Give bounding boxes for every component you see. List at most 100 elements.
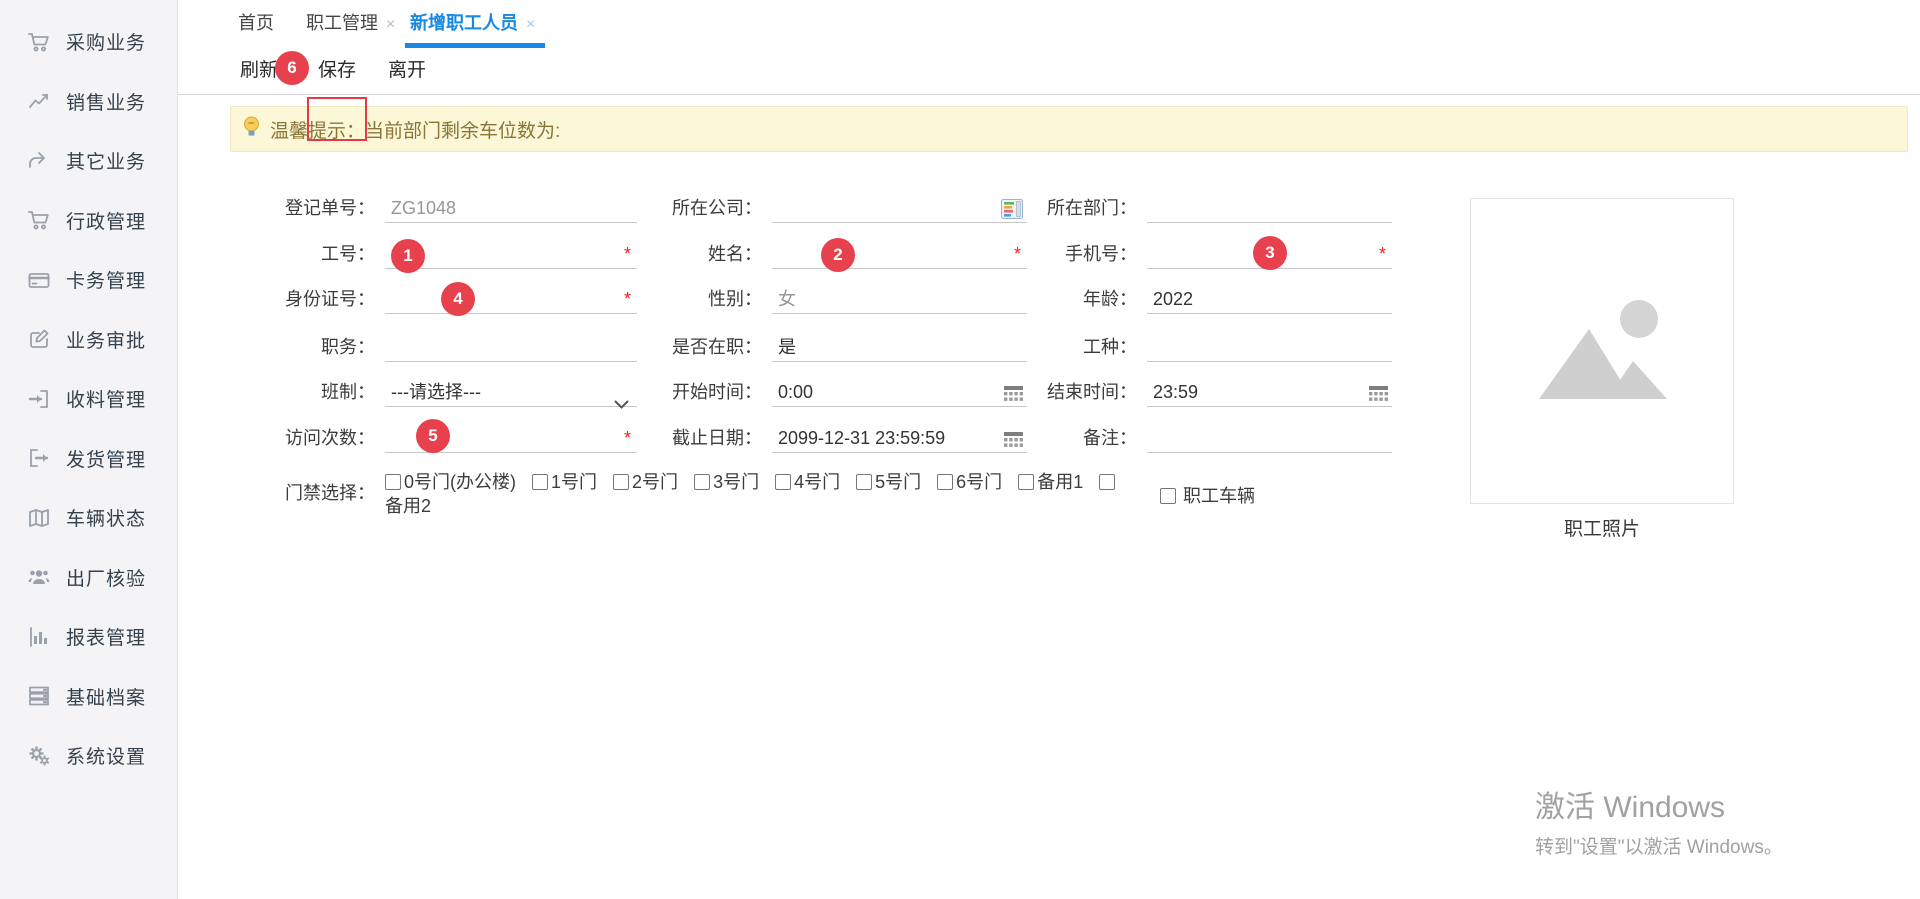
door-option[interactable] — [1099, 470, 1118, 494]
starttime-field[interactable]: 0:00 — [772, 377, 1027, 407]
endtime-field[interactable]: 23:59 — [1147, 377, 1392, 407]
chevron-down-icon — [614, 388, 629, 418]
gender-label: 性别： — [632, 284, 762, 314]
map-icon — [24, 505, 54, 531]
sidebar: 采购业务 销售业务 其它业务 行政管理 卡务管理 业务审批 收料管理 发货管理 — [0, 0, 178, 899]
leave-button[interactable]: 离开 — [388, 48, 426, 94]
photo-placeholder[interactable] — [1470, 198, 1734, 504]
sidebar-item-label: 卡务管理 — [66, 266, 146, 293]
door-options-line2[interactable]: 备用2 — [385, 494, 1105, 518]
sidebar-item-settings[interactable]: 系统设置 — [0, 726, 177, 786]
sidebar-item-sales[interactable]: 销售业务 — [0, 72, 177, 132]
sidebar-item-label: 发货管理 — [66, 445, 146, 472]
door-option[interactable]: 5号门 — [856, 470, 921, 494]
name-field[interactable]: * — [772, 239, 1027, 269]
door-option[interactable]: 备用1 — [1018, 470, 1083, 494]
duty-label: 职务： — [205, 332, 375, 362]
cart-icon — [24, 29, 54, 55]
checkbox-icon[interactable] — [937, 474, 953, 490]
remark-field[interactable] — [1147, 423, 1392, 453]
age-field[interactable]: 2022 — [1147, 284, 1392, 314]
close-icon[interactable]: × — [386, 16, 395, 33]
shift-label: 班制： — [205, 377, 375, 407]
tab-home[interactable]: 首页 — [238, 0, 274, 47]
door-option[interactable]: 6号门 — [937, 470, 1002, 494]
tab-add-staff[interactable]: 新增职工人员× — [410, 0, 535, 47]
image-icon — [1527, 291, 1677, 411]
worktype-field[interactable] — [1147, 332, 1392, 362]
photo-caption: 职工照片 — [1470, 514, 1734, 541]
checkbox-icon[interactable] — [1160, 488, 1176, 504]
annotation-marker: 3 — [1253, 236, 1287, 270]
required-asterisk: * — [624, 286, 631, 312]
checkbox-icon[interactable] — [385, 474, 401, 490]
door-option[interactable]: 3号门 — [694, 470, 759, 494]
sidebar-item-reports[interactable]: 报表管理 — [0, 607, 177, 667]
toolbar: 刷新 保存 离开 — [178, 48, 1920, 95]
checkbox-icon[interactable] — [856, 474, 872, 490]
sidebar-item-vehicle-status[interactable]: 车辆状态 — [0, 488, 177, 548]
sidebar-item-factory-check[interactable]: 出厂核验 — [0, 548, 177, 608]
company-label: 所在公司： — [632, 193, 762, 223]
sidebar-item-purchasing[interactable]: 采购业务 — [0, 12, 177, 72]
required-asterisk: * — [1379, 241, 1386, 267]
sidebar-item-shipping[interactable]: 发货管理 — [0, 429, 177, 489]
required-asterisk: * — [624, 425, 631, 451]
calendar-icon[interactable] — [1369, 382, 1388, 412]
regno-label: 登记单号： — [205, 193, 375, 223]
watermark-subtitle: 转到"设置"以激活 Windows。 — [1535, 832, 1783, 859]
checkbox-icon[interactable] — [775, 474, 791, 490]
app-window: 采购业务 销售业务 其它业务 行政管理 卡务管理 业务审批 收料管理 发货管理 — [0, 0, 1920, 899]
onjob-field[interactable]: 是 — [772, 332, 1027, 362]
server-icon — [24, 683, 54, 709]
edit-icon — [24, 326, 54, 352]
refresh-button[interactable]: 刷新 — [240, 48, 278, 94]
shift-select[interactable]: ---请选择--- — [385, 377, 637, 407]
chart-line-icon — [24, 88, 54, 114]
sidebar-item-label: 其它业务 — [66, 147, 146, 174]
checkbox-icon[interactable] — [532, 474, 548, 490]
annotation-marker: 6 — [275, 51, 309, 85]
sidebar-item-approval[interactable]: 业务审批 — [0, 310, 177, 370]
annotation-marker: 4 — [441, 282, 475, 316]
door-select-label: 门禁选择： — [205, 478, 375, 508]
company-field[interactable] — [772, 193, 1027, 223]
sidebar-item-receiving[interactable]: 收料管理 — [0, 369, 177, 429]
cart-icon — [24, 207, 54, 233]
bulb-icon — [243, 116, 260, 142]
vehicle-option[interactable]: 职工车辆 — [1160, 484, 1255, 508]
department-label: 所在部门： — [1007, 193, 1137, 223]
deadline-field[interactable]: 2099-12-31 23:59:59 — [772, 423, 1027, 453]
close-icon[interactable]: × — [526, 16, 535, 33]
checkbox-icon[interactable] — [694, 474, 710, 490]
gender-field[interactable]: 女 — [772, 284, 1027, 314]
door-option[interactable]: 4号门 — [775, 470, 840, 494]
door-option[interactable]: 1号门 — [532, 470, 597, 494]
sidebar-item-archives[interactable]: 基础档案 — [0, 667, 177, 727]
sidebar-item-label: 销售业务 — [66, 88, 146, 115]
sidebar-item-admin[interactable]: 行政管理 — [0, 191, 177, 251]
checkbox-icon[interactable] — [613, 474, 629, 490]
idcard-field[interactable]: * — [385, 284, 637, 314]
checkbox-icon[interactable] — [1099, 474, 1115, 490]
sidebar-item-other-business[interactable]: 其它业务 — [0, 131, 177, 191]
worktype-label: 工种： — [1007, 332, 1137, 362]
tab-staff-management[interactable]: 职工管理× — [306, 0, 395, 47]
sidebar-item-label: 行政管理 — [66, 207, 146, 234]
door-option[interactable]: 0号门(办公楼) — [385, 470, 516, 494]
sidebar-item-label: 车辆状态 — [66, 504, 146, 531]
checkbox-icon[interactable] — [1018, 474, 1034, 490]
name-label: 姓名： — [632, 239, 762, 269]
sidebar-item-card[interactable]: 卡务管理 — [0, 250, 177, 310]
regno-field[interactable]: ZG1048 — [385, 193, 637, 223]
save-button[interactable]: 保存 — [318, 48, 356, 94]
duty-field[interactable] — [385, 332, 637, 362]
starttime-label: 开始时间： — [632, 377, 762, 407]
sidebar-item-label: 报表管理 — [66, 623, 146, 650]
door-option[interactable]: 2号门 — [613, 470, 678, 494]
idcard-label: 身份证号： — [205, 284, 375, 314]
users-icon — [24, 564, 54, 590]
endtime-label: 结束时间： — [1007, 377, 1137, 407]
department-field[interactable] — [1147, 193, 1392, 223]
annotation-save-box — [307, 97, 367, 141]
